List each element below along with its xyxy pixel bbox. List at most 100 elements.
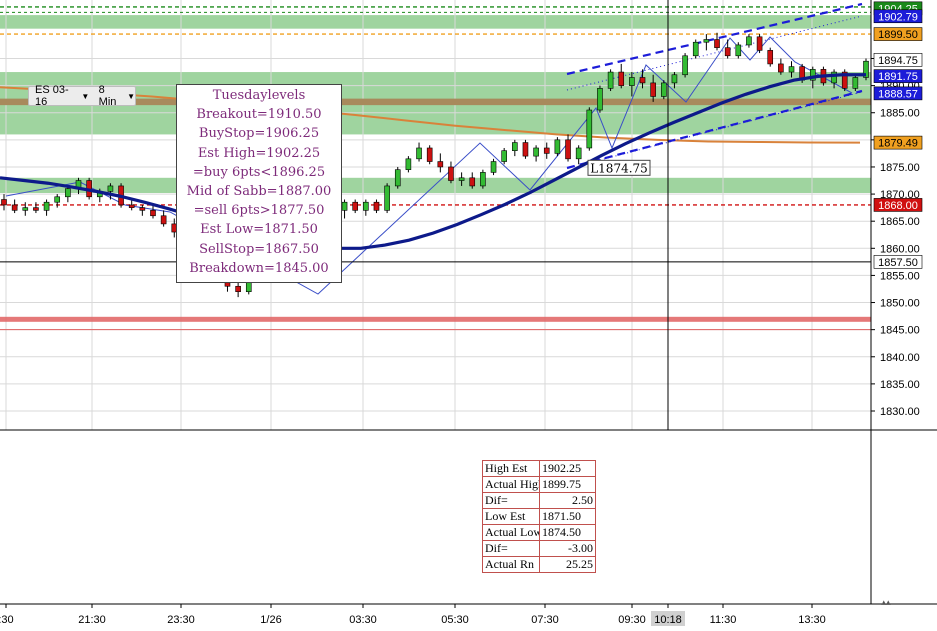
x-tick-label: 13:30 bbox=[798, 614, 826, 626]
levels-note-line: Tuesdaylevels bbox=[212, 88, 306, 103]
levels-note-line: Mid of Sabb=1887.00 bbox=[186, 184, 332, 200]
y-tick-label: 1835.00 bbox=[880, 379, 920, 391]
table-cell: 1874.50 bbox=[539, 524, 596, 541]
trend-channel-line bbox=[566, 2, 863, 76]
price-zone bbox=[0, 15, 871, 29]
candle-body bbox=[373, 201, 380, 211]
table-cell: 2.50 bbox=[539, 492, 596, 509]
table-cell: High Est bbox=[482, 460, 540, 477]
candle-body bbox=[43, 201, 50, 211]
candle-body bbox=[160, 215, 167, 225]
y-tick-label: 1850.00 bbox=[880, 298, 920, 310]
y-tick-label: 1845.00 bbox=[880, 325, 920, 337]
y-tick-label: 1840.00 bbox=[880, 352, 920, 364]
table-cell: Actual Low bbox=[482, 524, 540, 541]
candle-body bbox=[522, 142, 529, 157]
y-tick-label: 1885.00 bbox=[880, 108, 920, 120]
table-row: Dif= -3.00 bbox=[482, 540, 596, 557]
candle-body bbox=[448, 166, 454, 181]
candle-body bbox=[33, 207, 39, 211]
x-tick-label: 11:30 bbox=[710, 614, 737, 626]
table-cell: 1902.25 bbox=[539, 460, 596, 477]
candle-body bbox=[597, 88, 603, 111]
candle-body bbox=[426, 147, 433, 162]
candle-body bbox=[341, 201, 348, 211]
stats-table: High Est 1902.25 Actual High 1899.75 Dif… bbox=[482, 460, 596, 573]
price-label: 1879.49 bbox=[878, 138, 918, 150]
levels-note-line: BuyStop=1906.25 bbox=[198, 126, 320, 142]
price-label: 1857.50 bbox=[878, 257, 918, 269]
candle-body bbox=[735, 44, 742, 57]
instrument-selector[interactable]: ES 03-16 ▼ 8 Min ▼ bbox=[28, 84, 136, 108]
candle-body bbox=[767, 50, 774, 65]
x-tick-label: :30 bbox=[0, 614, 14, 626]
levels-note-line: SellStop=1867.50 bbox=[199, 241, 319, 257]
candle-body bbox=[150, 210, 156, 217]
levels-note-line: Est Low=1871.50 bbox=[200, 222, 318, 238]
y-tick-label: 1860.00 bbox=[880, 243, 920, 255]
candle-body bbox=[469, 177, 476, 187]
table-row: Actual Rn 25.25 bbox=[482, 556, 596, 573]
candle-body bbox=[575, 147, 582, 160]
candle-body bbox=[22, 207, 29, 211]
candle-body bbox=[394, 169, 401, 187]
chevron-down-icon: ▼ bbox=[81, 91, 90, 101]
candle-body bbox=[778, 63, 784, 73]
candle-body bbox=[139, 207, 146, 211]
scroll-arrows-icon: ▴▴ bbox=[881, 597, 891, 607]
candle-body bbox=[480, 172, 486, 187]
table-row: Actual Low 1874.50 bbox=[482, 524, 596, 541]
x-tick-label: 07:30 bbox=[531, 614, 559, 626]
y-tick-label: 1875.00 bbox=[880, 162, 920, 174]
y-tick-label: 1865.00 bbox=[880, 216, 920, 228]
table-cell: 1871.50 bbox=[539, 508, 596, 525]
candle-body bbox=[543, 147, 550, 154]
table-cell: Actual Rn bbox=[482, 556, 540, 573]
x-tick-label: 1/26 bbox=[260, 614, 281, 626]
candle-body bbox=[618, 71, 625, 86]
table-cell: 25.25 bbox=[539, 556, 596, 573]
price-label: 1899.50 bbox=[878, 29, 918, 41]
levels-note-line: Est High=1902.25 bbox=[197, 145, 321, 161]
candle-body bbox=[671, 74, 678, 84]
candle-body bbox=[128, 204, 135, 208]
table-row: Low Est 1871.50 bbox=[482, 508, 596, 525]
candle-body bbox=[11, 204, 18, 211]
candle-body bbox=[1, 199, 7, 206]
y-tick-label: 1830.00 bbox=[880, 406, 920, 418]
candle-body bbox=[384, 185, 390, 211]
candle-body bbox=[65, 188, 71, 198]
level-line bbox=[0, 316, 871, 322]
candle-body bbox=[714, 39, 720, 48]
table-cell: -3.00 bbox=[539, 540, 596, 557]
levels-note-line: Breakout=1910.50 bbox=[196, 107, 322, 123]
x-tick-label: 05:30 bbox=[441, 614, 469, 626]
levels-note: Tuesdaylevels Breakout=1910.50 BuyStop=1… bbox=[176, 84, 342, 283]
instrument-label: ES 03-16 bbox=[35, 84, 69, 108]
candle-body bbox=[682, 55, 688, 76]
period-label: 8 Min bbox=[98, 84, 117, 108]
candle-body bbox=[650, 82, 656, 97]
table-cell: Actual High bbox=[482, 476, 540, 493]
candle-body bbox=[746, 36, 752, 46]
x-tick-label: 03:30 bbox=[349, 614, 377, 626]
candle-body bbox=[501, 150, 507, 162]
candle-body bbox=[363, 201, 369, 211]
annotation-label: L1874.75 bbox=[590, 161, 648, 175]
candle-body bbox=[107, 185, 114, 192]
candle-body bbox=[703, 39, 710, 43]
table-row: Actual High 1899.75 bbox=[482, 476, 596, 493]
x-tick-label: 10:18 bbox=[654, 614, 682, 626]
table-cell: Low Est bbox=[482, 508, 540, 525]
candle-body bbox=[352, 201, 358, 211]
price-zone bbox=[0, 177, 871, 193]
price-label: 1868.00 bbox=[878, 200, 918, 212]
candle-body bbox=[533, 147, 539, 157]
candle-body bbox=[692, 41, 699, 57]
candle-body bbox=[661, 82, 667, 97]
candle-body bbox=[458, 177, 465, 181]
table-cell: 1899.75 bbox=[539, 476, 596, 493]
levels-note-line: =sell 6pts>1877.50 bbox=[193, 203, 325, 219]
price-chart[interactable]: L1874.75 1830.00 1835.00 1840.00 1845.00 1850… bbox=[0, 0, 937, 631]
price-label: 1894.75 bbox=[878, 55, 918, 67]
